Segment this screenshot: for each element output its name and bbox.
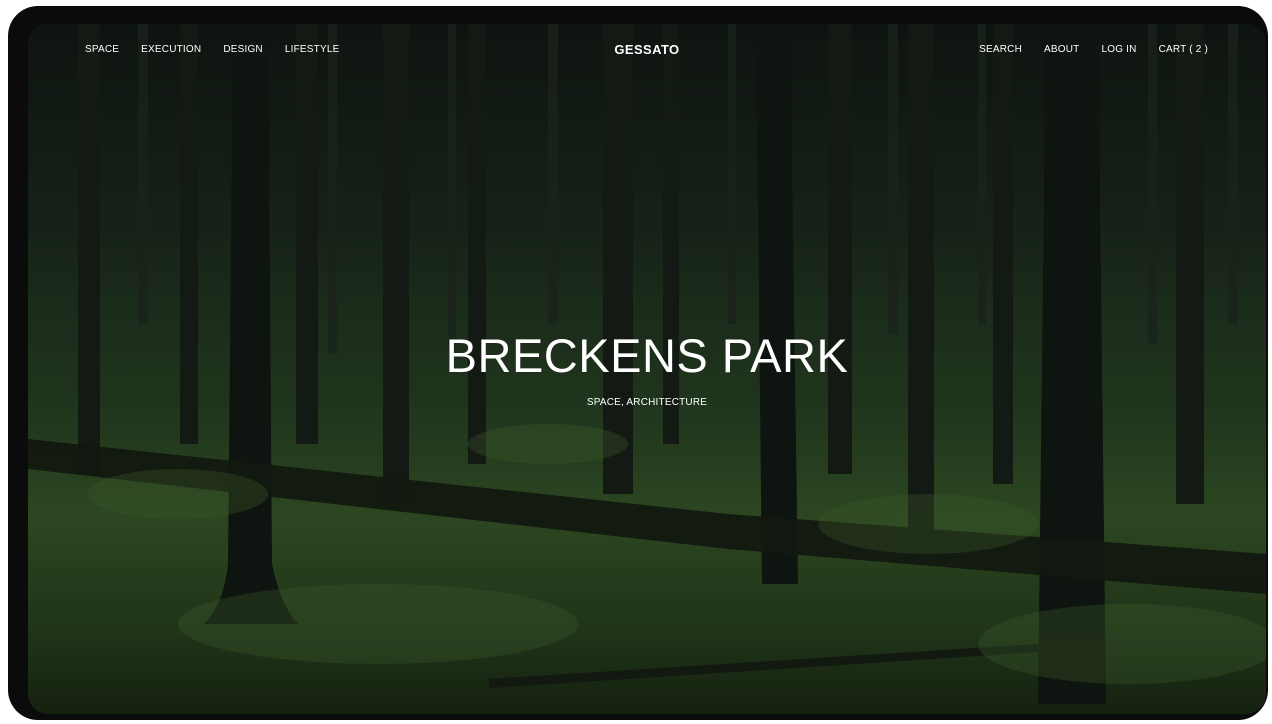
nav-item-search[interactable]: SEARCH bbox=[979, 44, 1022, 56]
hero-subtitle[interactable]: SPACE, ARCHITECTURE bbox=[28, 397, 1266, 408]
device-frame: SPACE EXECUTION DESIGN LIFESTYLE GESSATO… bbox=[8, 6, 1268, 720]
nav-item-login[interactable]: LOG IN bbox=[1101, 44, 1136, 56]
nav-item-about[interactable]: ABOUT bbox=[1044, 44, 1079, 56]
browser-viewport: SPACE EXECUTION DESIGN LIFESTYLE GESSATO… bbox=[28, 24, 1266, 714]
nav-item-cart[interactable]: CART ( 2 ) bbox=[1159, 44, 1208, 56]
site-logo[interactable]: GESSATO bbox=[614, 42, 679, 57]
nav-right-group: SEARCH ABOUT LOG IN CART ( 2 ) bbox=[979, 44, 1208, 56]
hero-title: BRECKENS PARK bbox=[445, 329, 849, 382]
top-navigation: SPACE EXECUTION DESIGN LIFESTYLE GESSATO… bbox=[28, 42, 1266, 64]
